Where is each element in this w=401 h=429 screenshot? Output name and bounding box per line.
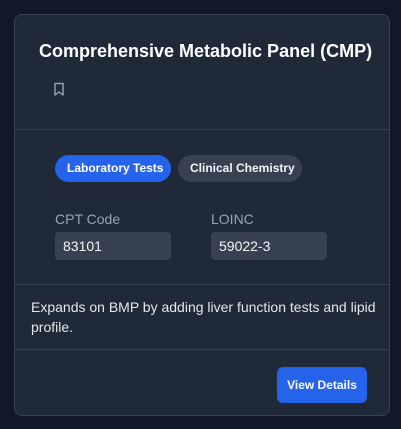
cpt-code-value: 83101: [55, 232, 171, 260]
loinc-value: 59022-3: [211, 232, 327, 260]
bookmark-icon: [54, 82, 64, 96]
card-footer: View Details: [15, 350, 389, 415]
card-header: Comprehensive Metabolic Panel (CMP): [15, 15, 389, 130]
loinc-label: LOINC: [211, 211, 254, 227]
test-card: Comprehensive Metabolic Panel (CMP) Labo…: [14, 14, 390, 416]
card-title: Comprehensive Metabolic Panel (CMP): [39, 41, 373, 61]
view-details-button[interactable]: View Details: [277, 367, 367, 403]
card-body: Laboratory Tests Clinical Chemistry CPT …: [15, 130, 389, 285]
bookmark-button[interactable]: [51, 81, 67, 97]
card-description: Expands on BMP by adding liver function …: [31, 299, 376, 335]
tag-laboratory-tests: Laboratory Tests: [55, 155, 171, 182]
tag-clinical-chemistry: Clinical Chemistry: [178, 155, 302, 182]
card-description-section: Expands on BMP by adding liver function …: [15, 285, 389, 350]
cpt-code-label: CPT Code: [55, 211, 121, 227]
